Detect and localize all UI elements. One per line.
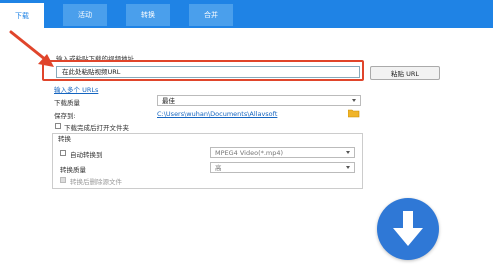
delete-source-label: 转换后删除源文件	[70, 178, 122, 186]
convert-format-select[interactable]: MPEG4 Video(*.mp4)	[210, 147, 355, 158]
save-path-link[interactable]: C:\Users\wuhan\Documents\Allavsoft	[157, 110, 277, 118]
save-label: 保存到:	[54, 112, 76, 120]
chevron-down-icon	[346, 151, 350, 154]
highlight-box	[42, 60, 364, 81]
paste-url-button[interactable]: 粘贴 URL	[370, 66, 440, 80]
auto-convert-checkbox[interactable]	[60, 150, 66, 156]
convert-quality-select[interactable]: 高	[210, 162, 355, 173]
tab-label: 下载	[15, 11, 29, 20]
open-folder-label: 下载完成后打开文件夹	[64, 124, 129, 132]
download-arrow-icon	[393, 211, 423, 246]
tab-convert[interactable]: 转换	[126, 4, 170, 26]
convert-quality-label: 转换质量	[60, 166, 86, 174]
tab-activity[interactable]: 活动	[63, 4, 107, 26]
tab-label: 活动	[78, 11, 92, 19]
convert-quality-value: 高	[215, 164, 222, 172]
multiple-urls-link[interactable]: 输入多个 URLs	[54, 84, 98, 94]
chevron-down-icon	[346, 166, 350, 169]
tab-label: 转换	[141, 11, 155, 19]
format-value: MPEG4 Video(*.mp4)	[215, 149, 284, 157]
open-folder-checkbox[interactable]	[55, 123, 61, 129]
quality-select[interactable]: 最佳	[157, 95, 361, 106]
delete-source-checkbox[interactable]	[60, 177, 66, 183]
chevron-down-icon	[352, 99, 356, 102]
download-button[interactable]	[377, 198, 439, 260]
paste-url-label: 粘贴 URL	[391, 70, 419, 78]
tab-bar: 下载 活动 转换 合并	[0, 0, 493, 28]
tab-download[interactable]: 下载	[0, 3, 44, 28]
folder-icon[interactable]	[348, 109, 360, 118]
auto-convert-label: 自动转换到	[70, 151, 103, 159]
quality-label: 下载质量	[54, 99, 80, 107]
quality-value: 最佳	[162, 97, 175, 105]
tab-merge[interactable]: 合并	[189, 4, 233, 26]
tab-label: 合并	[204, 11, 218, 19]
